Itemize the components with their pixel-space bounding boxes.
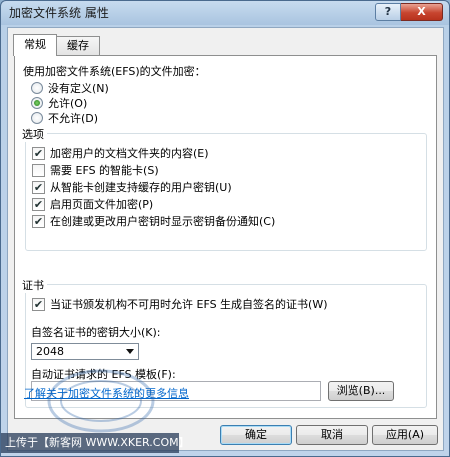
apply-button[interactable]: 应用(A) — [372, 425, 438, 445]
checkbox-unchecked-icon[interactable] — [32, 163, 45, 177]
key-size-dropdown[interactable]: 2048 — [31, 343, 139, 360]
checkbox-checked-icon[interactable]: ✔ — [32, 146, 45, 160]
check-pagefile-encryption[interactable]: ✔ 启用页面文件加密(P) — [32, 196, 153, 212]
check-self-signed[interactable]: ✔ 当证书颁发机构不可用时允许 EFS 生成自签名的证书(W) — [32, 296, 328, 312]
options-group-title: 选项 — [19, 126, 47, 142]
checkbox-checked-icon[interactable]: ✔ — [32, 297, 45, 311]
check-backup-notification[interactable]: ✔ 在创建或更改用户密钥时显示密钥备份通知(C) — [32, 213, 275, 229]
help-button[interactable]: ? — [375, 3, 401, 21]
cancel-button[interactable]: 取消 — [296, 425, 368, 445]
watermark-seal-icon — [47, 369, 155, 433]
checkbox-label: 当证书颁发机构不可用时允许 EFS 生成自签名的证书(W) — [50, 298, 328, 311]
radio-label: 没有定义(N) — [48, 82, 109, 95]
checkbox-checked-icon[interactable]: ✔ — [32, 197, 45, 211]
tab-cache[interactable]: 缓存 — [56, 36, 100, 55]
tab-general[interactable]: 常规 — [13, 34, 57, 56]
checkbox-checked-icon[interactable]: ✔ — [32, 214, 45, 228]
key-size-label: 自签名证书的密钥大小(K): — [31, 326, 161, 339]
checkbox-label: 加密用户的文档文件夹的内容(E) — [50, 147, 209, 160]
close-button[interactable]: X — [401, 3, 443, 21]
check-encrypt-documents[interactable]: ✔ 加密用户的文档文件夹的内容(E) — [32, 145, 209, 161]
radio-button-selected-icon[interactable] — [31, 97, 43, 109]
radio-button-icon[interactable] — [31, 112, 43, 124]
close-icon: X — [417, 5, 426, 18]
ok-button[interactable]: 确定 — [220, 425, 292, 445]
chevron-down-icon — [126, 349, 134, 354]
window-title: 加密文件系统 属性 — [9, 6, 109, 20]
browse-button[interactable]: 浏览(B)... — [328, 381, 394, 401]
title-buttons: ? X — [375, 3, 443, 21]
efs-prompt: 使用加密文件系统(EFS)的文件加密： — [23, 65, 206, 78]
checkbox-label: 需要 EFS 的智能卡(S) — [50, 164, 159, 177]
checkbox-checked-icon[interactable]: ✔ — [32, 180, 45, 194]
help-icon: ? — [384, 5, 392, 18]
tab-strip: 常规 缓存 — [13, 34, 100, 56]
check-require-smartcard[interactable]: 需要 EFS 的智能卡(S) — [32, 162, 159, 178]
radio-allow[interactable]: 允许(O) — [31, 95, 87, 111]
watermark-text: 上传于【新客网 WWW.XKER.COM】 — [5, 436, 190, 449]
certificate-group-title: 证书 — [19, 277, 47, 293]
radio-label: 不允许(D) — [48, 112, 99, 125]
key-size-value: 2048 — [36, 345, 64, 358]
radio-label: 允许(O) — [48, 97, 88, 110]
properties-window: 加密文件系统 属性 ? X 常规 缓存 使用加密文件系统(EFS)的文件加密： … — [0, 0, 450, 457]
radio-not-defined[interactable]: 没有定义(N) — [31, 80, 109, 96]
check-cache-user-key[interactable]: ✔ 从智能卡创建支持缓存的用户密钥(U) — [32, 179, 232, 195]
checkbox-label: 启用页面文件加密(P) — [50, 198, 154, 211]
checkbox-label: 从智能卡创建支持缓存的用户密钥(U) — [50, 181, 232, 194]
checkbox-label: 在创建或更改用户密钥时显示密钥备份通知(C) — [50, 215, 276, 228]
radio-button-icon[interactable] — [31, 82, 43, 94]
radio-disallow[interactable]: 不允许(D) — [31, 110, 98, 126]
watermark-banner: 上传于【新客网 WWW.XKER.COM】 — [1, 433, 190, 453]
